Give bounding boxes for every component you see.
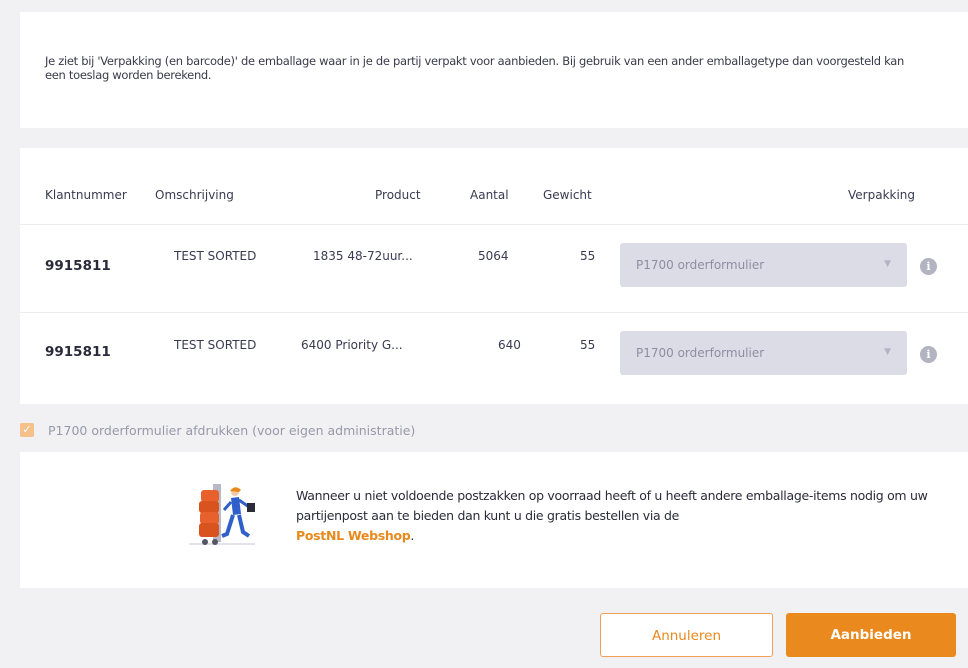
webshop-message: Wanneer u niet voldoende postzakken op v… xyxy=(296,488,928,523)
row-divider xyxy=(20,224,968,225)
caret-down-icon: ▼ xyxy=(884,259,891,269)
webshop-info-card: Wanneer u niet voldoende postzakken op v… xyxy=(20,452,968,588)
postnl-webshop-link[interactable]: PostNL Webshop xyxy=(296,528,411,543)
cell-aantal: 5064 xyxy=(478,249,509,263)
header-omschrijving: Omschrijving xyxy=(155,188,234,202)
webshop-suffix: . xyxy=(410,528,415,543)
cell-gewicht: 55 xyxy=(580,338,596,352)
submit-button[interactable]: Aanbieden xyxy=(786,613,956,657)
cell-omschrijving: TEST SORTED xyxy=(174,249,257,263)
cell-klantnummer: 9915811 xyxy=(45,258,111,274)
header-product: Product xyxy=(375,188,421,202)
info-icon[interactable]: i xyxy=(920,346,937,363)
info-icon[interactable]: i xyxy=(920,258,937,275)
cell-klantnummer: 9915811 xyxy=(45,344,111,360)
header-klantnummer: Klantnummer xyxy=(45,188,127,202)
check-icon: ✓ xyxy=(22,423,32,436)
cell-aantal: 640 xyxy=(498,338,521,352)
intro-text: Je ziet bij 'Verpakking (en barcode)' de… xyxy=(45,54,905,82)
header-aantal: Aantal xyxy=(470,188,509,202)
cell-product: 1835 48-72uur... xyxy=(313,249,413,263)
webshop-info-text: Wanneer u niet voldoende postzakken op v… xyxy=(296,486,946,546)
shipment-table: Klantnummer Omschrijving Product Aantal … xyxy=(20,148,968,404)
verpakking-select-value: P1700 orderformulier xyxy=(636,346,765,360)
print-orderform-label: P1700 orderformulier afdrukken (voor eig… xyxy=(48,423,416,438)
verpakking-select-value: P1700 orderformulier xyxy=(636,258,765,272)
verpakking-select[interactable]: P1700 orderformulier ▼ xyxy=(620,243,907,287)
cell-omschrijving: TEST SORTED xyxy=(174,338,257,352)
courier-postbags-illustration xyxy=(189,484,255,545)
verpakking-select[interactable]: P1700 orderformulier ▼ xyxy=(620,331,907,375)
print-orderform-checkbox[interactable]: ✓ xyxy=(20,423,34,437)
row-divider xyxy=(20,312,968,313)
header-verpakking: Verpakking xyxy=(848,188,916,202)
caret-down-icon: ▼ xyxy=(884,347,891,357)
header-gewicht: Gewicht xyxy=(543,188,592,202)
cancel-button[interactable]: Annuleren xyxy=(600,613,773,657)
intro-card: Je ziet bij 'Verpakking (en barcode)' de… xyxy=(20,12,968,128)
cell-gewicht: 55 xyxy=(580,249,596,263)
cell-product: 6400 Priority G... xyxy=(301,338,403,352)
